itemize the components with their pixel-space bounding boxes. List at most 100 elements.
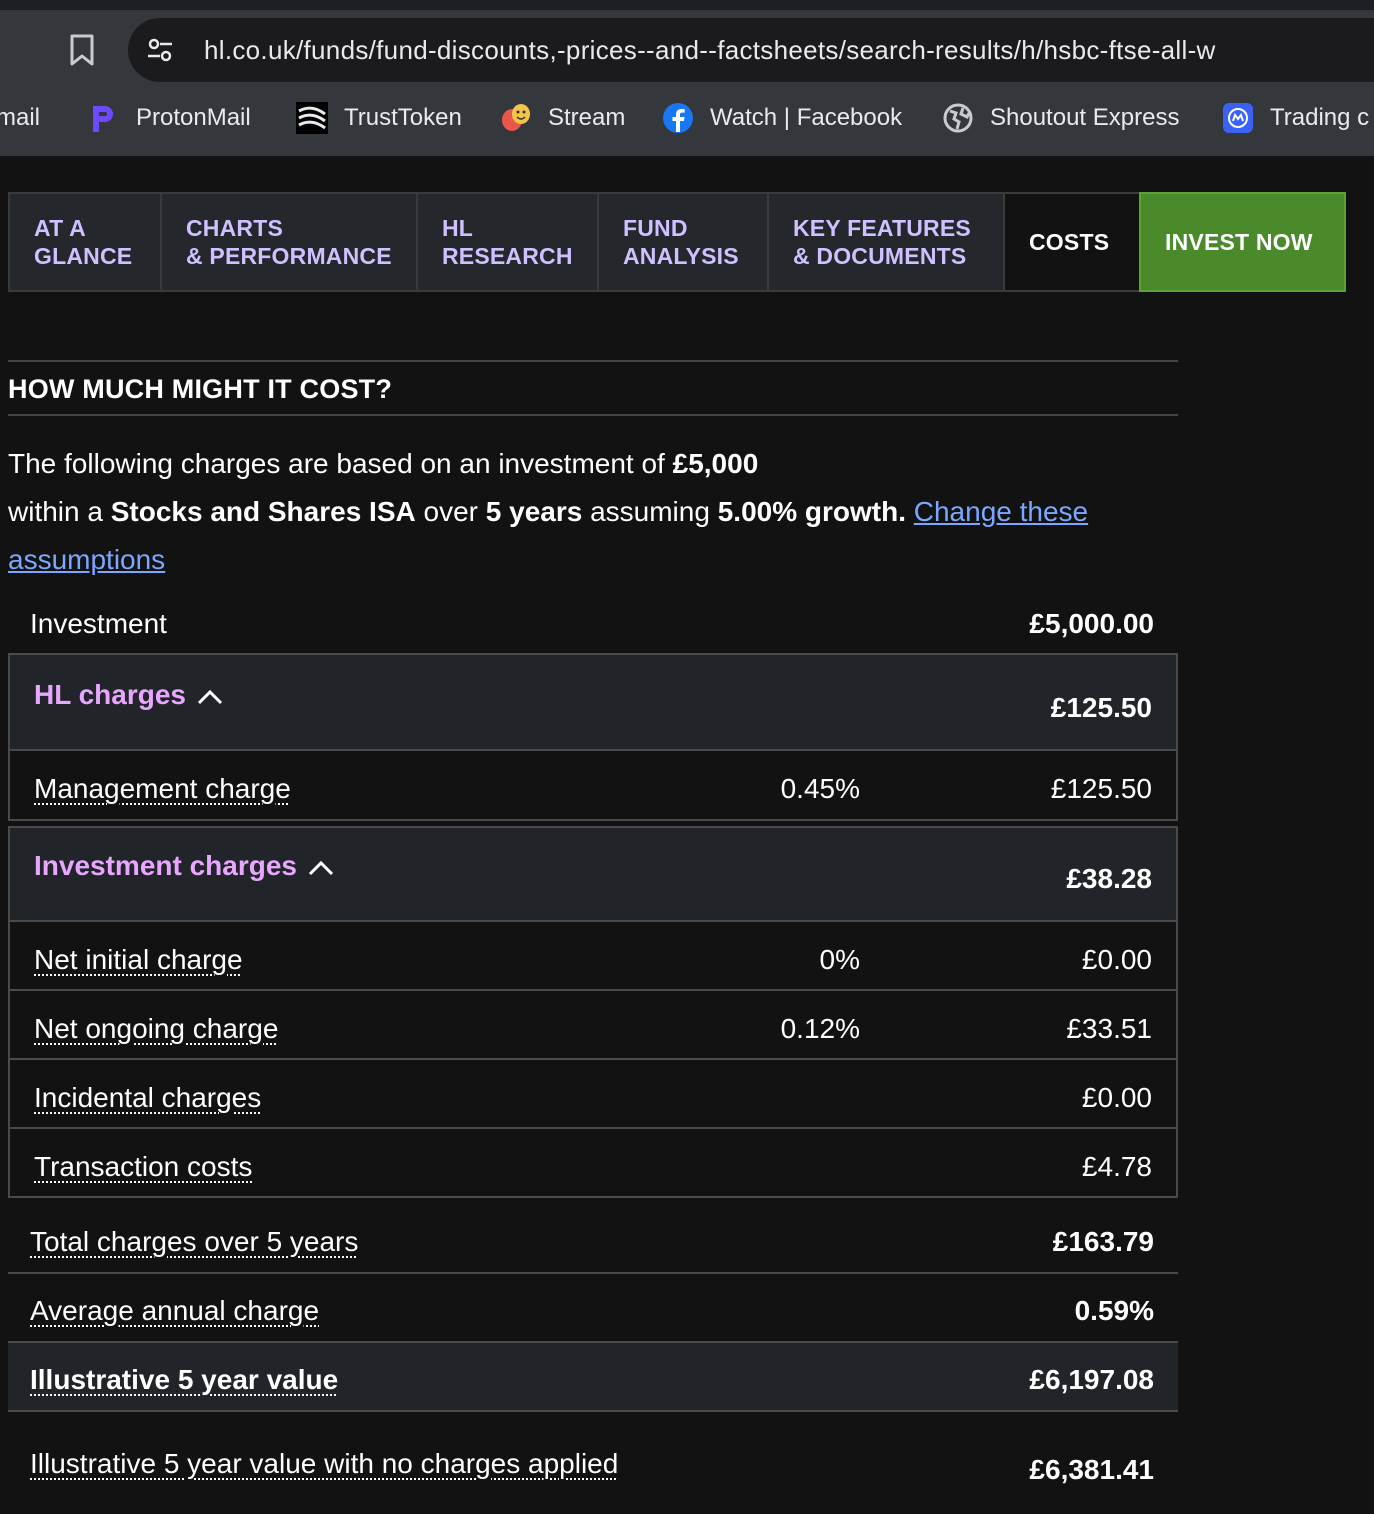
intro-years: 5 years bbox=[485, 496, 583, 527]
intro-account: Stocks and Shares ISA bbox=[110, 496, 416, 527]
intro-text: assuming bbox=[582, 496, 718, 527]
bookmark-label: ProtonMail bbox=[136, 104, 251, 131]
row-label[interactable]: Net initial charge bbox=[34, 944, 243, 976]
tab-label: & PERFORMANCE bbox=[186, 243, 392, 269]
tab-fund-analysis[interactable]: FUND ANALYSIS bbox=[597, 192, 767, 292]
hl-charges-header[interactable]: HL charges £125.50 bbox=[8, 653, 1178, 751]
bookmark-icon[interactable] bbox=[66, 32, 98, 68]
row-label[interactable]: Transaction costs bbox=[34, 1151, 252, 1183]
trading-icon bbox=[1222, 102, 1254, 134]
tab-label: FUND bbox=[623, 215, 688, 241]
bookmark-protonmail[interactable]: ProtonMail bbox=[88, 98, 251, 138]
trusttoken-icon bbox=[296, 102, 328, 134]
bookmark-facebook-watch[interactable]: Watch | Facebook bbox=[662, 98, 902, 138]
bookmarks-bar: mail ProtonMail TrustToken Stream Watch … bbox=[0, 98, 1374, 138]
average-annual-charge-row: Average annual charge 0.59% bbox=[8, 1274, 1178, 1343]
tab-costs[interactable]: COSTS bbox=[1003, 192, 1139, 292]
intro-text: The following charges are based on an in… bbox=[8, 448, 673, 479]
total-charges-row: Total charges over 5 years £163.79 bbox=[8, 1206, 1178, 1274]
fund-tabs: AT A GLANCE CHARTS & PERFORMANCE HL RESEARC… bbox=[8, 192, 1346, 292]
section-title: HOW MUCH MIGHT IT COST? bbox=[8, 360, 1178, 416]
tab-label: COSTS bbox=[1029, 229, 1110, 255]
globe-icon bbox=[942, 102, 974, 134]
management-charge-row: Management charge 0.45% £125.50 bbox=[8, 751, 1178, 821]
bookmark-label: Stream bbox=[548, 104, 626, 131]
row-label[interactable]: Average annual charge bbox=[30, 1295, 319, 1327]
bookmark-trusttoken[interactable]: TrustToken bbox=[296, 98, 462, 138]
invest-now-button[interactable]: INVEST NOW bbox=[1139, 192, 1346, 292]
row-percent: 0.12% bbox=[780, 1013, 860, 1044]
tab-label: ANALYSIS bbox=[623, 243, 739, 269]
facebook-icon bbox=[662, 102, 694, 134]
group-total: £125.50 bbox=[1050, 692, 1152, 723]
bookmark-label: Trading c bbox=[1270, 104, 1370, 131]
no-charges-value-row: Illustrative 5 year value with no charge… bbox=[8, 1412, 1178, 1512]
tab-label: GLANCE bbox=[34, 243, 133, 269]
investment-row: Investment £5,000.00 bbox=[8, 600, 1178, 654]
row-amount: £0.00 bbox=[1081, 944, 1152, 975]
cost-section: HOW MUCH MIGHT IT COST? The following ch… bbox=[8, 360, 1178, 1485]
illustrative-value-row: Illustrative 5 year value £6,197.08 bbox=[8, 1343, 1178, 1412]
cost-intro: The following charges are based on an in… bbox=[8, 440, 1178, 584]
row-label[interactable]: Total charges over 5 years bbox=[30, 1226, 358, 1258]
bookmark-label: Shoutout Express bbox=[990, 104, 1180, 131]
address-bar[interactable]: hl.co.uk/funds/fund-discounts,-prices--a… bbox=[128, 18, 1374, 82]
chevron-up-icon bbox=[197, 689, 223, 704]
tab-label: HL bbox=[442, 215, 474, 241]
row-label: Investment bbox=[30, 608, 167, 639]
row-amount: £33.51 bbox=[1066, 1013, 1152, 1044]
tab-key-features-documents[interactable]: KEY FEATURES & DOCUMENTS bbox=[767, 192, 1003, 292]
window-top-strip bbox=[0, 0, 1374, 10]
tab-label: KEY FEATURES bbox=[793, 215, 971, 241]
intro-amount: £5,000 bbox=[672, 448, 759, 479]
row-amount: £163.79 bbox=[1052, 1226, 1154, 1257]
row-label[interactable]: Incidental charges bbox=[34, 1082, 261, 1114]
incidental-charges-row: Incidental charges £0.00 bbox=[8, 1060, 1178, 1129]
row-amount: £4.78 bbox=[1081, 1151, 1152, 1182]
net-initial-charge-row: Net initial charge 0% £0.00 bbox=[8, 922, 1178, 991]
row-amount: £125.50 bbox=[1050, 773, 1152, 804]
group-label: HL charges bbox=[34, 679, 186, 710]
group-total: £38.28 bbox=[1066, 863, 1152, 894]
bookmark-trading[interactable]: Trading c bbox=[1222, 98, 1369, 138]
url-text[interactable]: hl.co.uk/funds/fund-discounts,-prices--a… bbox=[204, 18, 1216, 82]
row-amount: £6,197.08 bbox=[1029, 1364, 1154, 1395]
tab-charts-performance[interactable]: CHARTS & PERFORMANCE bbox=[160, 192, 416, 292]
protonmail-icon bbox=[88, 102, 120, 134]
tab-at-a-glance[interactable]: AT A GLANCE bbox=[8, 192, 160, 292]
intro-growth: 5.00% growth. bbox=[717, 496, 906, 527]
row-percent: 0.45% bbox=[780, 773, 860, 804]
browser-toolbar: hl.co.uk/funds/fund-discounts,-prices--a… bbox=[0, 10, 1374, 156]
bookmark-stream[interactable]: Stream bbox=[500, 98, 625, 138]
row-amount: 0.59% bbox=[1074, 1295, 1154, 1326]
row-label[interactable]: Net ongoing charge bbox=[34, 1013, 278, 1045]
row-amount: £5,000.00 bbox=[1029, 608, 1154, 639]
tab-label: RESEARCH bbox=[442, 243, 573, 269]
bookmark-label: TrustToken bbox=[344, 104, 462, 131]
row-label[interactable]: Illustrative 5 year value bbox=[30, 1364, 338, 1396]
site-settings-icon[interactable] bbox=[146, 36, 174, 64]
investment-charges-header[interactable]: Investment charges £38.28 bbox=[8, 826, 1178, 922]
tab-label: CHARTS bbox=[186, 215, 284, 241]
intro-text: within a bbox=[8, 496, 111, 527]
intro-text: over bbox=[415, 496, 486, 527]
tab-hl-research[interactable]: HL RESEARCH bbox=[416, 192, 597, 292]
tab-label: & DOCUMENTS bbox=[793, 243, 967, 269]
row-label[interactable]: Management charge bbox=[34, 773, 291, 805]
net-ongoing-charge-row: Net ongoing charge 0.12% £33.51 bbox=[8, 991, 1178, 1060]
tab-label: AT A bbox=[34, 215, 86, 241]
bookmark-mail[interactable]: mail bbox=[0, 98, 40, 138]
row-amount: £0.00 bbox=[1081, 1082, 1152, 1113]
row-percent: 0% bbox=[819, 944, 860, 975]
transaction-costs-row: Transaction costs £4.78 bbox=[8, 1129, 1178, 1198]
row-label[interactable]: Illustrative 5 year value with no charge… bbox=[30, 1448, 618, 1480]
row-amount: £6,381.41 bbox=[1029, 1454, 1154, 1485]
bookmark-label: mail bbox=[0, 104, 41, 131]
investment-charges-label: Investment charges bbox=[34, 850, 335, 882]
bookmark-shoutout-express[interactable]: Shoutout Express bbox=[942, 98, 1179, 138]
bookmark-label: Watch | Facebook bbox=[710, 104, 903, 131]
theatre-masks-icon bbox=[500, 102, 532, 134]
group-label: Investment charges bbox=[34, 850, 297, 881]
hl-charges-label: HL charges bbox=[34, 679, 224, 711]
chevron-up-icon bbox=[308, 860, 334, 875]
